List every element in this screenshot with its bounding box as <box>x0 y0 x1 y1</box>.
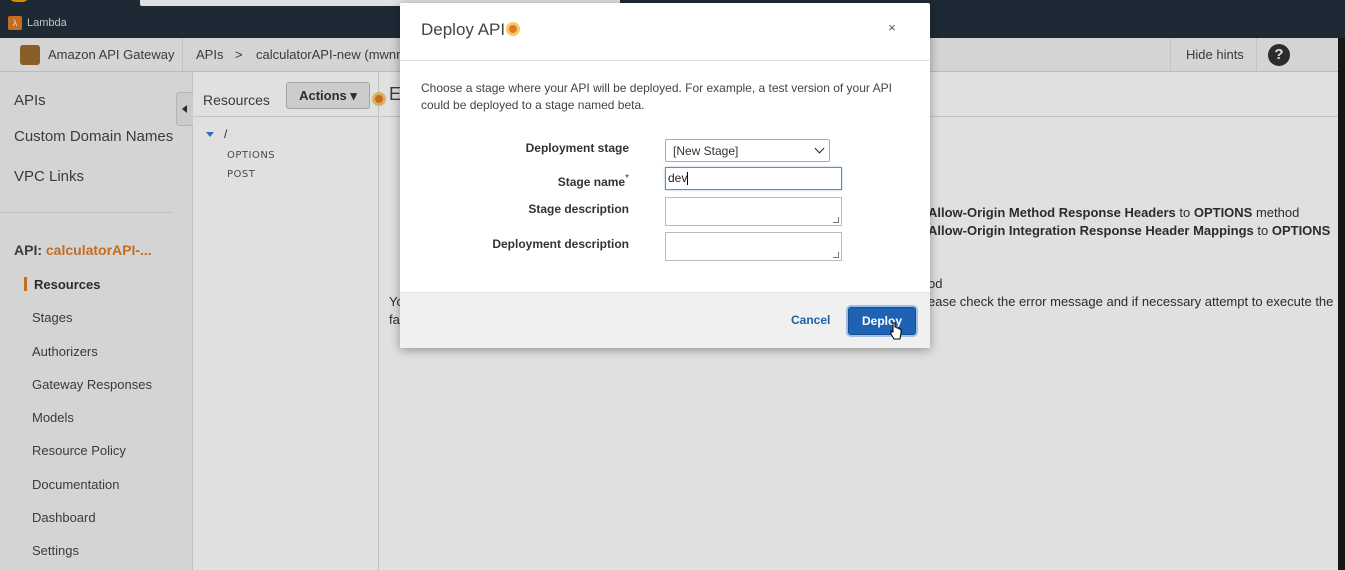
stage-name-input[interactable]: dev <box>665 167 842 190</box>
deploy-api-dialog: Deploy API × Choose a stage where your A… <box>400 3 930 348</box>
stage-description-label: Stage description <box>528 202 629 216</box>
deployment-description-textarea[interactable] <box>665 232 842 261</box>
dialog-title: Deploy API <box>421 20 506 39</box>
dialog-footer: Cancel Deploy <box>400 292 930 348</box>
deploy-button[interactable]: Deploy <box>848 307 916 335</box>
chevron-down-icon <box>814 143 825 154</box>
dialog-divider <box>400 60 930 61</box>
resize-handle-icon[interactable] <box>833 252 839 258</box>
deployment-description-label: Deployment description <box>492 237 629 251</box>
close-icon[interactable]: × <box>884 20 900 35</box>
info-dot-icon[interactable] <box>506 22 520 36</box>
text-caret <box>687 172 689 186</box>
stage-name-label-text: Stage name <box>557 175 626 189</box>
required-marker: * <box>625 173 629 184</box>
hand-cursor-icon <box>890 322 902 340</box>
stage-description-textarea[interactable] <box>665 197 842 226</box>
deployment-stage-value: [New Stage] <box>673 144 739 158</box>
stage-name-label: Stage name* <box>400 173 629 189</box>
stage-name-value: dev <box>668 171 688 185</box>
cancel-button[interactable]: Cancel <box>791 313 830 327</box>
deployment-stage-select[interactable]: [New Stage] <box>665 139 830 162</box>
resize-handle-icon[interactable] <box>833 217 839 223</box>
dialog-description: Choose a stage where your API will be de… <box>421 81 892 112</box>
deployment-stage-label: Deployment stage <box>525 141 629 155</box>
